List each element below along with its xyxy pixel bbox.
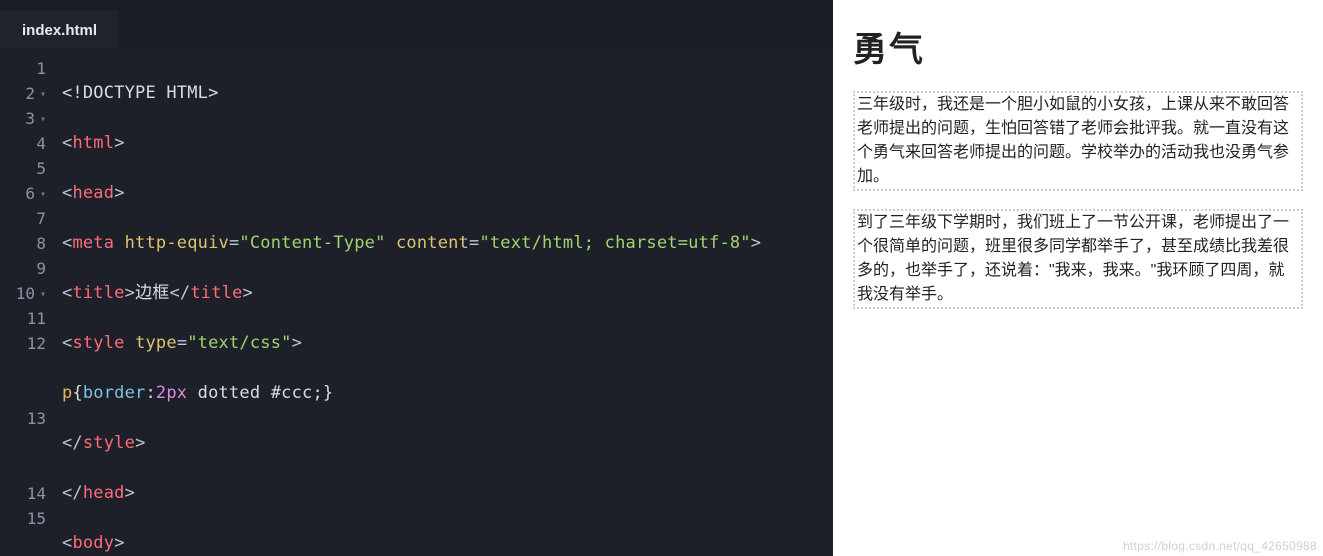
fold-icon[interactable]: ▾ (40, 182, 46, 207)
line-number: 5 (0, 156, 46, 181)
line-number: 7 (0, 206, 46, 231)
code-area[interactable]: 12▾3▾456▾78910▾1112 13 1415 <!DOCTYPE HT… (0, 48, 833, 556)
watermark-text: https://blog.csdn.net/qq_42650988 (1123, 539, 1317, 553)
preview-paragraph-2: 到了三年级下学期时，我们班上了一节公开课，老师提出了一个很简单的问题，班里很多同… (853, 209, 1303, 309)
fold-icon[interactable]: ▾ (40, 107, 46, 132)
tab-label: index.html (22, 22, 97, 39)
line-number: 11 (0, 306, 46, 331)
line-number: 14 (0, 481, 46, 506)
fold-icon[interactable]: ▾ (40, 282, 46, 307)
line-number: 1 (0, 56, 46, 81)
line-number: 4 (0, 131, 46, 156)
editor-panel: index.html 12▾3▾456▾78910▾1112 13 1415 <… (0, 0, 833, 556)
code-l1: <!DOCTYPE HTML> (62, 83, 219, 103)
line-number: 15 (0, 506, 46, 531)
line-number: 6▾ (0, 181, 46, 206)
line-number: 9 (0, 256, 46, 281)
line-number: 3▾ (0, 106, 46, 131)
app-root: index.html 12▾3▾456▾78910▾1112 13 1415 <… (0, 0, 1323, 556)
line-number: 8 (0, 231, 46, 256)
tab-bar: index.html (0, 0, 833, 48)
line-number-gutter: 12▾3▾456▾78910▾1112 13 1415 (0, 48, 56, 556)
line-number: 2▾ (0, 81, 46, 106)
code-content[interactable]: <!DOCTYPE HTML> <html> <head> <meta http… (56, 48, 833, 556)
line-number: 13 (0, 406, 46, 431)
line-number: 10▾ (0, 281, 46, 306)
preview-paragraph-1: 三年级时，我还是一个胆小如鼠的小女孩，上课从来不敢回答老师提出的问题，生怕回答错… (853, 91, 1303, 191)
line-number: 12 (0, 331, 46, 356)
preview-heading: 勇气 (853, 22, 1303, 71)
file-tab-index-html[interactable]: index.html (0, 11, 119, 48)
preview-panel: 勇气 三年级时，我还是一个胆小如鼠的小女孩，上课从来不敢回答老师提出的问题，生怕… (833, 0, 1323, 556)
fold-icon[interactable]: ▾ (40, 82, 46, 107)
